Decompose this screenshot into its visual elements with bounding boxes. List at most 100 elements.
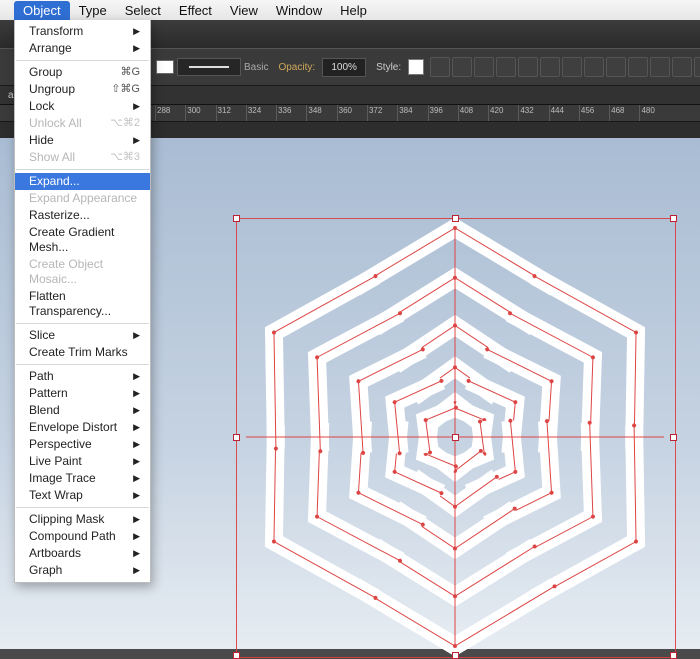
object-menu-dropdown: Transform▶Arrange▶ Group⌘GUngroup⇧⌘GLock▶… [14, 20, 151, 583]
menu-item-arrange[interactable]: Arrange▶ [15, 40, 150, 57]
menu-item-ungroup[interactable]: Ungroup⇧⌘G [15, 81, 150, 98]
fill-swatch[interactable] [156, 60, 174, 74]
chevron-right-icon: ▶ [133, 563, 140, 578]
handle-bottom-left[interactable] [233, 652, 240, 659]
menu-item-graph[interactable]: Graph▶ [15, 562, 150, 579]
chevron-right-icon: ▶ [133, 512, 140, 527]
menu-item-live-paint[interactable]: Live Paint▶ [15, 453, 150, 470]
chevron-right-icon: ▶ [133, 369, 140, 384]
chevron-right-icon: ▶ [133, 454, 140, 469]
menu-object[interactable]: Object [14, 1, 70, 20]
style-label: Style: [376, 62, 401, 73]
ruler-tick: 456 [579, 105, 580, 121]
menu-item-create-trim-marks[interactable]: Create Trim Marks [15, 344, 150, 361]
align-icon[interactable] [606, 57, 626, 77]
ruler-tick: 420 [488, 105, 489, 121]
handle-bottom-mid[interactable] [452, 652, 459, 659]
menu-view[interactable]: View [221, 1, 267, 20]
chevron-right-icon: ▶ [133, 488, 140, 503]
transform-icon[interactable] [672, 57, 692, 77]
mac-menubar: Object Type Select Effect View Window He… [0, 0, 700, 21]
menu-select[interactable]: Select [116, 1, 170, 20]
chevron-right-icon: ▶ [133, 41, 140, 56]
menu-item-flatten-transparency[interactable]: Flatten Transparency... [15, 288, 150, 320]
menu-item-show-all: Show All⌥⌘3 [15, 149, 150, 166]
chevron-right-icon: ▶ [133, 437, 140, 452]
menu-item-text-wrap[interactable]: Text Wrap▶ [15, 487, 150, 504]
chevron-right-icon: ▶ [133, 133, 140, 148]
align-icon[interactable] [496, 57, 516, 77]
menu-item-pattern[interactable]: Pattern▶ [15, 385, 150, 402]
ruler-tick: 432 [518, 105, 519, 121]
ruler-tick: 408 [458, 105, 459, 121]
handle-bottom-right[interactable] [670, 652, 677, 659]
opacity-input[interactable] [322, 58, 366, 77]
menu-item-lock[interactable]: Lock▶ [15, 98, 150, 115]
handle-top-right[interactable] [670, 215, 677, 222]
ruler-tick: 396 [428, 105, 429, 121]
ruler-tick: 444 [549, 105, 550, 121]
menu-item-group[interactable]: Group⌘G [15, 64, 150, 81]
menu-item-compound-path[interactable]: Compound Path▶ [15, 528, 150, 545]
ruler-tick: 300 [185, 105, 186, 121]
handle-top-left[interactable] [233, 215, 240, 222]
align-icon[interactable] [452, 57, 472, 77]
align-icon[interactable] [584, 57, 604, 77]
menu-item-image-trace[interactable]: Image Trace▶ [15, 470, 150, 487]
ruler-tick: 348 [306, 105, 307, 121]
menu-item-slice[interactable]: Slice▶ [15, 327, 150, 344]
menu-item-envelope-distort[interactable]: Envelope Distort▶ [15, 419, 150, 436]
menu-item-clipping-mask[interactable]: Clipping Mask▶ [15, 511, 150, 528]
chevron-right-icon: ▶ [133, 546, 140, 561]
menu-item-expand-appearance: Expand Appearance [15, 190, 150, 207]
chevron-right-icon: ▶ [133, 403, 140, 418]
chevron-right-icon: ▶ [133, 99, 140, 114]
handle-top-mid[interactable] [452, 215, 459, 222]
menu-help[interactable]: Help [331, 1, 376, 20]
chevron-right-icon: ▶ [133, 471, 140, 486]
selection-bounding-box[interactable] [236, 218, 674, 656]
chevron-right-icon: ▶ [133, 529, 140, 544]
menu-item-hide[interactable]: Hide▶ [15, 132, 150, 149]
ruler-tick: 480 [639, 105, 640, 121]
handle-mid-left[interactable] [233, 434, 240, 441]
chevron-right-icon: ▶ [133, 328, 140, 343]
align-icon[interactable] [562, 57, 582, 77]
menu-item-create-gradient-mesh[interactable]: Create Gradient Mesh... [15, 224, 150, 256]
graphic-style-swatch[interactable] [408, 59, 424, 75]
menu-item-transform[interactable]: Transform▶ [15, 23, 150, 40]
chevron-right-icon: ▶ [133, 24, 140, 39]
ruler-tick: 312 [216, 105, 217, 121]
ruler-tick: 336 [276, 105, 277, 121]
transform-icon[interactable] [694, 57, 700, 77]
ruler-tick: 360 [337, 105, 338, 121]
menu-item-unlock-all: Unlock All⌥⌘2 [15, 115, 150, 132]
menu-item-rasterize[interactable]: Rasterize... [15, 207, 150, 224]
ruler-tick: 384 [397, 105, 398, 121]
ruler-tick: 324 [246, 105, 247, 121]
stroke-preset-label: Basic [244, 62, 268, 73]
opacity-label: Opacity: [278, 62, 315, 73]
ruler-tick: 372 [367, 105, 368, 121]
menu-item-expand[interactable]: Expand... [15, 173, 150, 190]
handle-center[interactable] [452, 434, 459, 441]
align-icon[interactable] [650, 57, 670, 77]
align-icon[interactable] [628, 57, 648, 77]
ruler-tick: 468 [609, 105, 610, 121]
align-icon[interactable] [518, 57, 538, 77]
menu-item-path[interactable]: Path▶ [15, 368, 150, 385]
menu-item-blend[interactable]: Blend▶ [15, 402, 150, 419]
stroke-profile-select[interactable] [177, 58, 241, 76]
menu-window[interactable]: Window [267, 1, 331, 20]
ruler-tick: 288 [155, 105, 156, 121]
handle-mid-right[interactable] [670, 434, 677, 441]
menu-item-create-object-mosaic: Create Object Mosaic... [15, 256, 150, 288]
menu-effect[interactable]: Effect [170, 1, 221, 20]
menu-type[interactable]: Type [70, 1, 116, 20]
align-icon[interactable] [474, 57, 494, 77]
align-icon[interactable] [430, 57, 450, 77]
chevron-right-icon: ▶ [133, 386, 140, 401]
align-icon[interactable] [540, 57, 560, 77]
menu-item-perspective[interactable]: Perspective▶ [15, 436, 150, 453]
menu-item-artboards[interactable]: Artboards▶ [15, 545, 150, 562]
